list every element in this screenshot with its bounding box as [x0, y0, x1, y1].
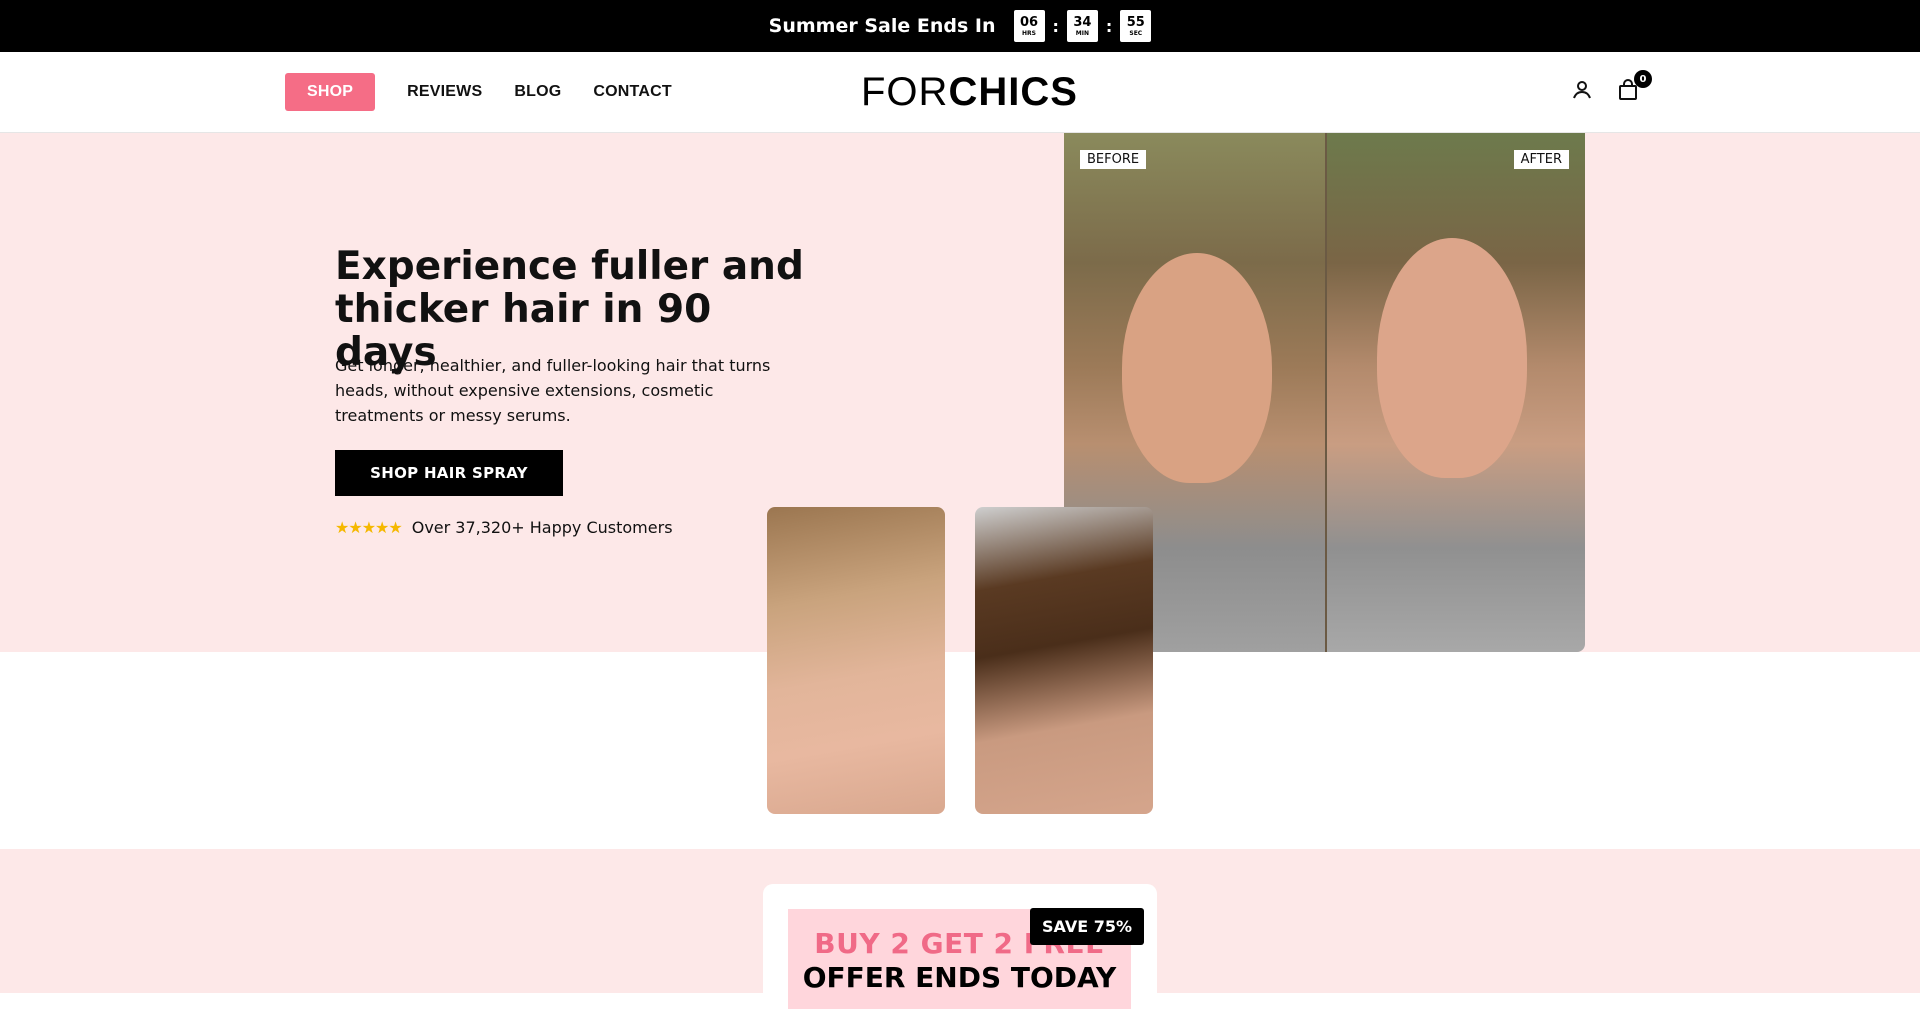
save-badge: SAVE 75%	[1030, 908, 1144, 945]
hero-description: Get longer, healthier, and fuller-lookin…	[335, 356, 771, 425]
timer-seconds-value: 55	[1126, 14, 1145, 30]
timer-hours: 06 HRS	[1013, 10, 1045, 42]
face-shape	[1376, 238, 1527, 478]
timer-hours-unit: HRS	[1022, 29, 1036, 37]
after-tag: AFTER	[1513, 150, 1569, 169]
sale-label: Summer Sale Ends In	[768, 15, 996, 37]
header-actions: 0	[1570, 70, 1652, 102]
nav-shop[interactable]: SHOP	[285, 73, 376, 111]
logo-text-bold: CHICS	[948, 70, 1078, 114]
nav-contact[interactable]: CONTACT	[577, 73, 687, 111]
timer-separator: :	[1105, 16, 1113, 36]
rating-text: Over 37,320+ Happy Customers	[411, 518, 673, 537]
logo-text-thin: FOR	[861, 70, 949, 114]
timer-seconds: 55 SEC	[1120, 10, 1152, 42]
hero-section: Experience fuller and thicker hair in 90…	[0, 133, 1920, 652]
site-logo[interactable]: FORCHICS	[861, 70, 1078, 115]
user-icon[interactable]	[1570, 78, 1594, 102]
timer-hours-value: 06	[1019, 14, 1039, 30]
nav-blog[interactable]: BLOG	[498, 73, 577, 111]
star-rating-icon: ★★★★★	[335, 518, 403, 537]
shop-hair-spray-button[interactable]: SHOP HAIR SPRAY	[335, 450, 563, 496]
site-header: SHOP REVIEWS BLOG CONTACT FORCHICS 0	[0, 52, 1920, 133]
after-photo: AFTER	[1324, 133, 1585, 652]
timer-minutes-value: 34	[1073, 14, 1092, 30]
nav-reviews[interactable]: REVIEWS	[391, 73, 498, 111]
offer-subline: OFFER ENDS TODAY	[802, 961, 1117, 994]
before-tag: BEFORE	[1080, 150, 1147, 169]
timer-minutes-unit: MIN	[1075, 29, 1090, 37]
timer-seconds-unit: SEC	[1129, 29, 1143, 37]
timer-separator: :	[1052, 16, 1059, 36]
main-nav: SHOP REVIEWS BLOG CONTACT	[285, 73, 688, 111]
face-shape	[1122, 253, 1272, 483]
scalp-photo-after	[975, 507, 1153, 814]
rating-row: ★★★★★ Over 37,320+ Happy Customers	[335, 518, 673, 537]
scalp-photo-before	[767, 507, 945, 814]
announcement-bar: Summer Sale Ends In 06 HRS : 34 MIN : 55…	[0, 0, 1920, 52]
bag-icon[interactable]: 0	[1616, 70, 1652, 102]
cart-count-badge: 0	[1634, 70, 1652, 88]
timer-minutes: 34 MIN	[1066, 10, 1098, 42]
